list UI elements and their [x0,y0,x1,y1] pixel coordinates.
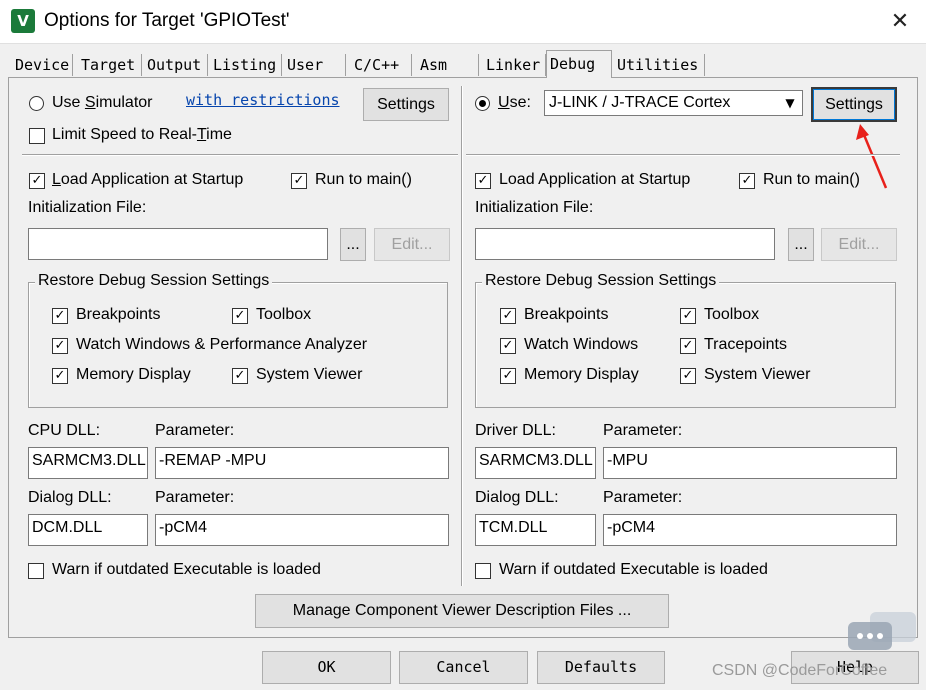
tab-output[interactable]: Output [145,54,208,76]
right-breakpoints-label: Breakpoints [524,306,609,323]
tab-user[interactable]: User [285,54,346,76]
left-run-to-main-checkbox[interactable]: ✓ [291,173,307,189]
right-run-to-main-label: Run to main() [763,171,860,188]
right-init-file-label: Initialization File: [475,199,594,216]
use-driver-label: Use: [498,94,531,111]
panel-divider [461,86,463,586]
left-run-to-main-label: Run to main() [315,171,412,188]
right-warn-label: Warn if outdated Executable is loaded [499,561,768,578]
right-memory-display-checkbox[interactable]: ✓ [500,368,516,384]
driver-dll-label: Driver DLL: [475,422,556,439]
right-system-viewer-label: System Viewer [704,366,811,383]
left-memory-display-label: Memory Display [76,366,191,383]
right-tracepoints-label: Tracepoints [704,336,787,353]
defaults-button[interactable]: Defaults [537,651,665,684]
right-warn-checkbox[interactable] [475,563,491,579]
left-system-viewer-label: System Viewer [256,366,363,383]
left-warn-checkbox[interactable] [28,563,44,579]
right-toolbox-checkbox[interactable]: ✓ [680,308,696,324]
left-browse-button[interactable]: ... [340,228,366,261]
right-separator [466,154,900,156]
tab-cpp[interactable]: C/C++ [352,54,412,76]
debug-driver-value: J-LINK / J-TRACE Cortex [549,94,731,111]
left-memory-display-checkbox[interactable]: ✓ [52,368,68,384]
right-tracepoints-checkbox[interactable]: ✓ [680,338,696,354]
use-driver-radio[interactable] [475,96,490,111]
right-dialog-param-input[interactable]: -pCM4 [603,514,897,546]
left-system-viewer-checkbox[interactable]: ✓ [232,368,248,384]
tab-target[interactable]: Target [79,54,142,76]
cpu-param-label: Parameter: [155,422,235,439]
left-watch-windows-checkbox[interactable]: ✓ [52,338,68,354]
tab-asm[interactable]: Asm [418,54,479,76]
csdn-watermark: CSDN @CodeForCoffee [712,662,888,679]
keil-app-icon: V [11,9,35,33]
left-init-file-label: Initialization File: [28,199,147,216]
use-simulator-label: Use Simulator [52,94,153,111]
right-toolbox-label: Toolbox [704,306,760,323]
left-dialog-dll-label: Dialog DLL: [28,489,112,506]
left-load-app-checkbox[interactable]: ✓ [29,173,45,189]
use-simulator-radio[interactable] [29,96,44,111]
cpu-dll-input[interactable]: SARMCM3.DLL [28,447,148,479]
left-edit-button[interactable]: Edit... [374,228,450,261]
right-load-app-label: Load Application at Startup [499,171,691,188]
left-warn-label: Warn if outdated Executable is loaded [52,561,321,578]
right-breakpoints-checkbox[interactable]: ✓ [500,308,516,324]
left-separator [22,154,458,156]
manage-component-viewer-button[interactable]: Manage Component Viewer Description File… [255,594,669,628]
tab-linker[interactable]: Linker [484,54,546,76]
left-init-file-input[interactable] [28,228,328,260]
driver-param-label: Parameter: [603,422,683,439]
cpu-param-input[interactable]: -REMAP -MPU [155,447,449,479]
chat-bubble-icon [848,612,916,650]
cpu-dll-label: CPU DLL: [28,422,101,439]
with-restrictions-link[interactable]: with restrictions [186,91,340,109]
cancel-button[interactable]: Cancel [399,651,528,684]
right-dialog-dll-label: Dialog DLL: [475,489,559,506]
right-watch-windows-label: Watch Windows [524,336,639,353]
debug-driver-select[interactable]: J-LINK / J-TRACE Cortex ▼ [544,90,803,116]
left-breakpoints-label: Breakpoints [76,306,161,323]
right-load-app-checkbox[interactable]: ✓ [475,173,491,189]
right-dialog-param-label: Parameter: [603,489,683,506]
driver-settings-button[interactable]: Settings [811,87,897,122]
tab-device[interactable]: Device [13,54,73,76]
window-title: Options for Target 'GPIOTest' [44,10,290,31]
left-dialog-param-input[interactable]: -pCM4 [155,514,449,546]
right-watch-windows-checkbox[interactable]: ✓ [500,338,516,354]
right-restore-group-title: Restore Debug Session Settings [482,272,720,290]
left-toolbox-checkbox[interactable]: ✓ [232,308,248,324]
tab-utilities[interactable]: Utilities [615,54,705,76]
right-run-to-main-checkbox[interactable]: ✓ [739,173,755,189]
simulator-settings-button[interactable]: Settings [363,88,449,121]
right-edit-button[interactable]: Edit... [821,228,897,261]
limit-speed-label: Limit Speed to Real-Time [52,126,232,143]
right-browse-button[interactable]: ... [788,228,814,261]
left-load-app-label: Load Application at Startup [52,171,244,188]
left-breakpoints-checkbox[interactable]: ✓ [52,308,68,324]
tab-listing[interactable]: Listing [211,54,282,76]
chevron-down-icon[interactable]: ▼ [779,92,801,114]
driver-dll-input[interactable]: SARMCM3.DLL [475,447,596,479]
left-restore-group-title: Restore Debug Session Settings [35,272,273,290]
close-icon[interactable]: ✕ [880,8,920,36]
right-memory-display-label: Memory Display [524,366,639,383]
driver-param-input[interactable]: -MPU [603,447,897,479]
limit-speed-checkbox[interactable] [29,128,45,144]
right-init-file-input[interactable] [475,228,775,260]
right-dialog-dll-input[interactable]: TCM.DLL [475,514,596,546]
left-dialog-dll-input[interactable]: DCM.DLL [28,514,148,546]
tab-debug[interactable]: Debug [546,50,612,78]
left-dialog-param-label: Parameter: [155,489,235,506]
right-system-viewer-checkbox[interactable]: ✓ [680,368,696,384]
left-toolbox-label: Toolbox [256,306,312,323]
left-watch-windows-label: Watch Windows & Performance Analyzer [76,336,368,353]
ok-button[interactable]: OK [262,651,391,684]
